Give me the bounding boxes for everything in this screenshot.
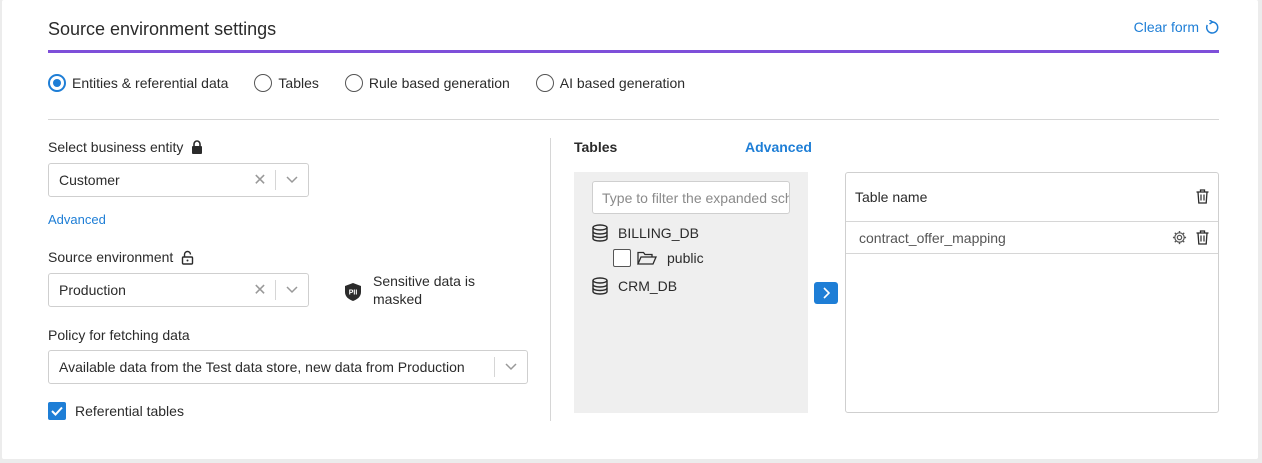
policy-select[interactable]: Available data from the Test data store,… (48, 350, 528, 384)
move-right-button[interactable] (814, 282, 838, 304)
clear-form-button[interactable]: Clear form (1134, 19, 1219, 35)
referential-tables-label: Referential tables (75, 403, 184, 419)
business-entity-label: Select business entity (48, 139, 184, 155)
radio-ai-based[interactable]: AI based generation (535, 74, 686, 92)
table-row[interactable]: contract_offer_mapping (846, 222, 1218, 254)
pii-badge-text: PII (349, 290, 358, 297)
radio-entities-label: Entities & referential data (72, 75, 229, 91)
checkbox-checked-icon[interactable] (48, 402, 66, 420)
source-settings-card: Source environment settings Clear form E… (2, 0, 1258, 459)
source-env-select[interactable]: Production ✕ (48, 273, 309, 307)
tree-node-label: CRM_DB (618, 278, 678, 294)
clear-entity-icon[interactable]: ✕ (245, 170, 275, 190)
radio-ai-based-label: AI based generation (559, 75, 686, 91)
clear-form-label: Clear form (1133, 19, 1199, 35)
entity-advanced-link[interactable]: Advanced (48, 212, 106, 227)
schema-tree-panel: BILLING_DB public CRM_DB (574, 172, 808, 413)
referential-tables-checkbox[interactable]: Referential tables (48, 402, 184, 420)
tree-node-label: public (667, 250, 704, 266)
radio-ai-based-indicator[interactable] (535, 74, 554, 92)
pii-shield-icon: PII (345, 283, 361, 306)
radio-rule-based-indicator[interactable] (344, 74, 363, 92)
source-env-label-row: Source environment (48, 249, 194, 265)
source-env-label: Source environment (48, 249, 174, 265)
business-entity-value: Customer (59, 172, 120, 188)
tree-node-billing-db[interactable]: BILLING_DB (592, 224, 699, 242)
radio-entities[interactable]: Entities & referential data (48, 74, 228, 92)
radio-entities-indicator[interactable] (48, 74, 66, 92)
source-env-value: Production (59, 282, 126, 298)
delete-all-icon[interactable] (1196, 189, 1209, 204)
gear-icon[interactable] (1172, 230, 1187, 245)
chevron-down-icon[interactable] (276, 286, 308, 294)
selected-tables-header: Table name (846, 173, 1218, 222)
chevron-right-icon (823, 287, 830, 299)
clear-env-icon[interactable]: ✕ (245, 280, 275, 300)
tables-advanced-link[interactable]: Advanced (745, 139, 812, 155)
section-header: Source environment settings Clear form (48, 17, 1219, 53)
chevron-down-icon[interactable] (495, 363, 527, 371)
tree-node-public[interactable]: public (613, 249, 704, 267)
tables-title: Tables (574, 139, 618, 155)
policy-value: Available data from the Test data store,… (59, 359, 465, 375)
database-icon (592, 224, 608, 242)
database-icon (592, 277, 608, 295)
radio-rule-based[interactable]: Rule based generation (344, 74, 510, 92)
lock-icon (192, 140, 203, 154)
chevron-down-icon[interactable] (276, 176, 308, 184)
business-entity-label-row: Select business entity (48, 139, 203, 155)
policy-label: Policy for fetching data (48, 327, 190, 343)
radio-rule-based-label: Rule based generation (368, 75, 510, 91)
sensitive-data-note: Sensitive data is masked (373, 273, 475, 307)
divider-horizontal (48, 119, 1219, 120)
radio-tables[interactable]: Tables (254, 74, 319, 92)
schema-filter-input[interactable] (592, 181, 790, 214)
public-schema-checkbox[interactable] (613, 249, 631, 267)
table-row-name: contract_offer_mapping (859, 229, 1006, 246)
divider-vertical (550, 138, 551, 421)
business-entity-select[interactable]: Customer ✕ (48, 163, 309, 197)
generation-mode-group: Entities & referential data Tables Rule … (48, 74, 711, 92)
unlock-icon (182, 250, 194, 265)
radio-tables-indicator[interactable] (254, 74, 273, 92)
table-name-header: Table name (855, 189, 928, 205)
folder-open-icon (637, 251, 657, 265)
refresh-icon (1205, 19, 1219, 34)
page-title: Source environment settings (48, 19, 277, 39)
selected-tables-panel: Table name contract_offer_mapping (845, 172, 1219, 413)
radio-tables-label: Tables (278, 75, 319, 91)
tree-node-crm-db[interactable]: CRM_DB (592, 277, 677, 295)
tree-node-label: BILLING_DB (618, 225, 699, 241)
delete-row-icon[interactable] (1196, 230, 1209, 245)
